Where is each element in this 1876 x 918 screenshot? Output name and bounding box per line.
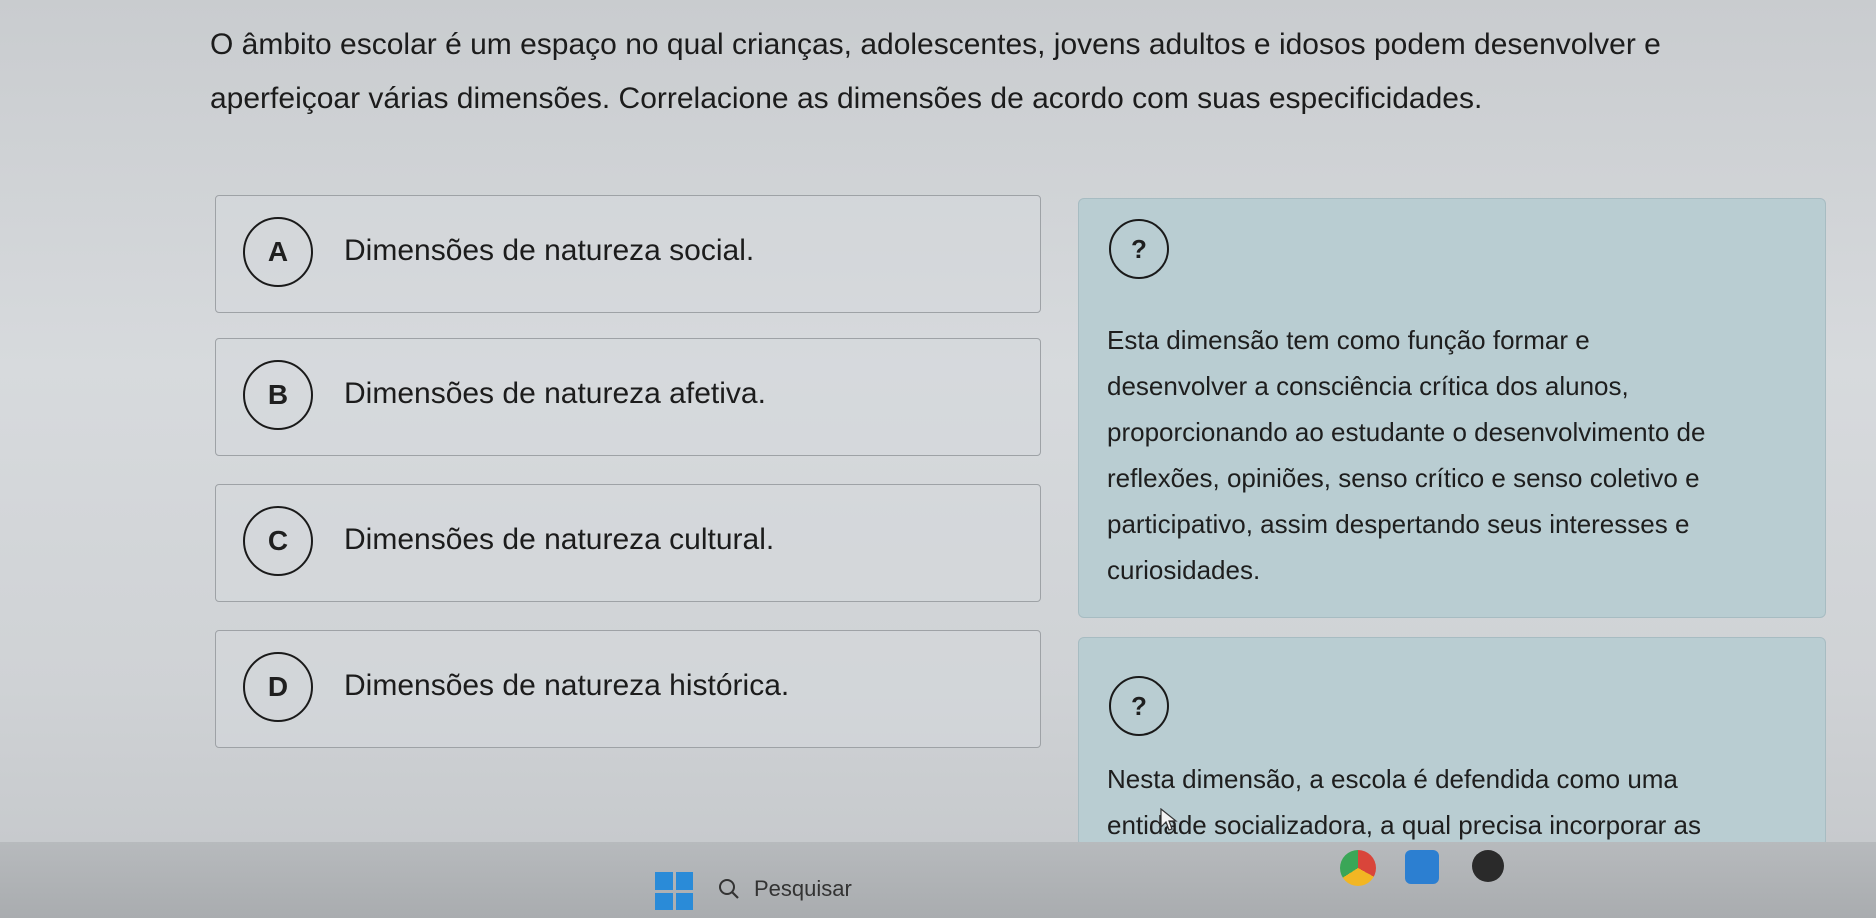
option-c-text: Dimensões de natureza cultural. bbox=[344, 523, 775, 556]
description-line: participativo, assim despertando seus in… bbox=[1107, 509, 1690, 539]
option-a-letter: A bbox=[243, 217, 313, 287]
description-line: reflexões, opiniões, senso crítico e sen… bbox=[1107, 463, 1700, 493]
description-line: Esta dimensão tem como função formar e bbox=[1107, 325, 1590, 355]
description-card-1-text: Esta dimensão tem como função formar e d… bbox=[1107, 317, 1807, 593]
option-b[interactable]: B Dimensões de natureza afetiva. bbox=[215, 338, 1041, 456]
question-line-1: O âmbito escolar é um espaço no qual cri… bbox=[210, 28, 1661, 61]
mouse-cursor-icon bbox=[1160, 808, 1178, 831]
taskbar-search[interactable]: Pesquisar bbox=[718, 868, 948, 910]
windows-start-icon[interactable] bbox=[655, 872, 693, 910]
question-text: O âmbito escolar é um espaço no qual cri… bbox=[210, 18, 1830, 126]
chrome-icon[interactable] bbox=[1340, 850, 1376, 886]
option-d-text: Dimensões de natureza histórica. bbox=[344, 669, 790, 702]
option-b-text: Dimensões de natureza afetiva. bbox=[344, 377, 766, 410]
option-a[interactable]: A Dimensões de natureza social. bbox=[215, 195, 1041, 313]
description-card-2: ? Nesta dimensão, a escola é defendida c… bbox=[1078, 637, 1826, 847]
option-c-letter: C bbox=[243, 506, 313, 576]
description-line: desenvolver a consciência crítica dos al… bbox=[1107, 371, 1629, 401]
media-player-icon[interactable] bbox=[1472, 850, 1504, 882]
option-d[interactable]: D Dimensões de natureza histórica. bbox=[215, 630, 1041, 748]
search-label: Pesquisar bbox=[754, 876, 852, 901]
search-icon bbox=[719, 879, 739, 899]
option-a-text: Dimensões de natureza social. bbox=[344, 234, 755, 267]
description-line: proporcionando ao estudante o desenvolvi… bbox=[1107, 417, 1706, 447]
option-c[interactable]: C Dimensões de natureza cultural. bbox=[215, 484, 1041, 602]
answer-slot-1[interactable]: ? bbox=[1109, 219, 1169, 279]
question-line-2: aperfeiçoar várias dimensões. Correlacio… bbox=[210, 82, 1483, 115]
description-line: Nesta dimensão, a escola é defendida com… bbox=[1107, 764, 1678, 794]
answer-slot-2[interactable]: ? bbox=[1109, 676, 1169, 736]
option-b-letter: B bbox=[243, 360, 313, 430]
photos-icon[interactable] bbox=[1405, 850, 1439, 884]
description-card-1: ? Esta dimensão tem como função formar e… bbox=[1078, 198, 1826, 618]
option-d-letter: D bbox=[243, 652, 313, 722]
description-line: curiosidades. bbox=[1107, 555, 1261, 585]
description-card-2-text: Nesta dimensão, a escola é defendida com… bbox=[1107, 756, 1807, 848]
